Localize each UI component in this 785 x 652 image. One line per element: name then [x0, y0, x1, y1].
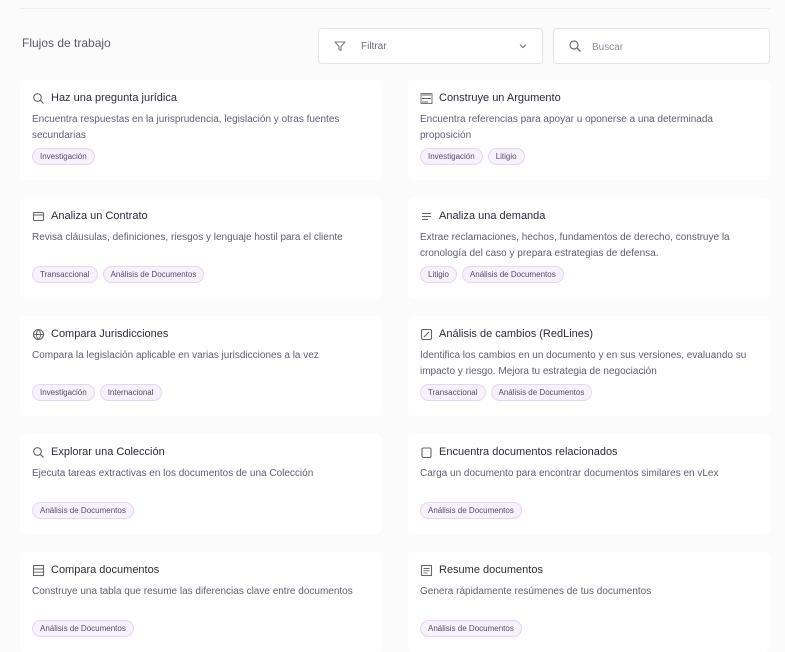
card-description: Compara la legislación aplicable en vari… — [32, 350, 319, 361]
card-title-row: Análisis de cambios (RedLines) — [420, 326, 593, 342]
card-title: Encuentra documentos relacionados — [439, 446, 618, 458]
header: Flujos de trabajo Filtrar — [0, 18, 785, 74]
card-description: Construye una tabla que resume las difer… — [32, 586, 353, 597]
tag-badge: Investigación — [32, 148, 95, 165]
list-icon — [420, 92, 433, 105]
card-title-row: Compara documentos — [32, 562, 159, 578]
card-tags: Análisis de Documentos — [420, 620, 522, 637]
table-icon — [32, 564, 45, 577]
card-title-row: Resume documentos — [420, 562, 543, 578]
card-description: Revisa cláusulas, definiciones, riesgos … — [32, 232, 343, 243]
document-icon — [32, 210, 45, 223]
chevron-down-icon — [518, 41, 528, 51]
card-title-row: Encuentra documentos relacionados — [420, 444, 618, 460]
card-tags: Transaccional Análisis de Documentos — [32, 266, 205, 283]
page-title: Flujos de trabajo — [22, 36, 111, 50]
card-tags: Investigación — [32, 148, 95, 165]
card-description: Genera rápidamente resúmenes de tus docu… — [420, 586, 652, 597]
workflow-card[interactable]: Compara documentos Construye una tabla qu… — [20, 552, 382, 652]
card-title-row: Haz una pregunta jurídica — [32, 90, 177, 106]
copy-icon — [420, 446, 433, 459]
card-title: Explorar una Colección — [51, 446, 165, 458]
workflow-card[interactable]: Analiza una demanda Extrae reclamaciones,… — [408, 198, 770, 298]
card-title: Compara documentos — [51, 564, 160, 576]
card-title: Analiza un Contrato — [51, 210, 148, 222]
card-title: Análisis de cambios (RedLines) — [439, 328, 594, 340]
card-description: Carga un documento para encontrar docume… — [420, 468, 719, 479]
tag-badge: Internacional — [99, 384, 162, 401]
card-tags: Análisis de Documentos — [32, 620, 134, 637]
workflow-card[interactable]: Haz una pregunta jurídica Encuentra respu… — [20, 80, 382, 180]
card-tags: Investigación Internacional — [32, 384, 162, 401]
search-box[interactable] — [553, 28, 770, 64]
globe-icon — [32, 328, 45, 341]
lines-icon — [420, 210, 433, 223]
tag-badge: Análisis de Documentos — [461, 266, 564, 283]
tag-badge: Investigación — [32, 384, 95, 401]
search-input[interactable] — [590, 38, 754, 56]
search-icon — [32, 446, 45, 459]
card-title: Compara Jurisdicciones — [51, 328, 169, 340]
workflow-card[interactable]: Compara Jurisdicciones Compara la legisla… — [20, 316, 382, 416]
card-tags: Análisis de Documentos — [420, 502, 522, 519]
workflow-card[interactable]: Encuentra documentos relacionados Carga u… — [408, 434, 770, 534]
card-description: Encuentra referencias para apoyar u opon… — [420, 114, 713, 141]
card-title-row: Analiza un Contrato — [32, 208, 148, 224]
tag-badge: Análisis de Documentos — [32, 620, 134, 637]
workflows-page: Flujos de trabajo Filtrar Haz una pregun… — [0, 0, 785, 652]
tag-badge: Transaccional — [32, 266, 98, 283]
tag-badge: Análisis de Documentos — [420, 502, 522, 519]
edit-icon — [420, 328, 433, 341]
card-tags: Transaccional Análisis de Documentos — [420, 384, 593, 401]
card-title-row: Compara Jurisdicciones — [32, 326, 168, 342]
search-icon — [32, 92, 45, 105]
card-description: Identifica los cambios en un documento y… — [420, 350, 747, 377]
tag-badge: Análisis de Documentos — [32, 502, 134, 519]
card-tags: Litigio Análisis de Documentos — [420, 266, 564, 283]
top-divider — [20, 8, 770, 9]
tag-badge: Análisis de Documentos — [102, 266, 205, 283]
search-icon — [568, 39, 582, 53]
tag-badge: Análisis de Documentos — [420, 620, 522, 637]
summary-icon — [420, 564, 433, 577]
workflow-card[interactable]: Resume documentos Genera rápidamente resú… — [408, 552, 770, 652]
card-title-row: Analiza una demanda — [420, 208, 545, 224]
card-title: Construye un Argumento — [439, 92, 561, 104]
workflow-card[interactable]: Análisis de cambios (RedLines) Identifica… — [408, 316, 770, 416]
tag-badge: Litigio — [420, 266, 457, 283]
workflow-card[interactable]: Analiza un Contrato Revisa cláusulas, def… — [20, 198, 382, 298]
workflow-card[interactable]: Explorar una Colección Ejecuta tareas ext… — [20, 434, 382, 534]
card-title-row: Construye un Argumento — [420, 90, 561, 106]
card-description: Ejecuta tareas extractivas en los docume… — [32, 468, 314, 479]
tag-badge: Transaccional — [420, 384, 486, 401]
tag-badge: Investigación — [420, 148, 483, 165]
workflow-card[interactable]: Construye un Argumento Encuentra referenc… — [408, 80, 770, 180]
card-description: Extrae reclamaciones, hechos, fundamento… — [420, 232, 730, 259]
filter-icon — [333, 39, 347, 53]
tag-badge: Litigio — [487, 148, 525, 165]
card-title: Analiza una demanda — [439, 210, 546, 222]
card-tags: Investigación Litigio — [420, 148, 525, 165]
card-title: Haz una pregunta jurídica — [51, 92, 177, 104]
card-title-row: Explorar una Colección — [32, 444, 165, 460]
card-description: Encuentra respuestas en la jurisprudenci… — [32, 114, 340, 141]
tag-badge: Análisis de Documentos — [490, 384, 593, 401]
filter-dropdown[interactable]: Filtrar — [318, 28, 543, 64]
filter-value: Filtrar — [361, 41, 387, 52]
card-title: Resume documentos — [439, 564, 543, 576]
card-tags: Análisis de Documentos — [32, 502, 134, 519]
